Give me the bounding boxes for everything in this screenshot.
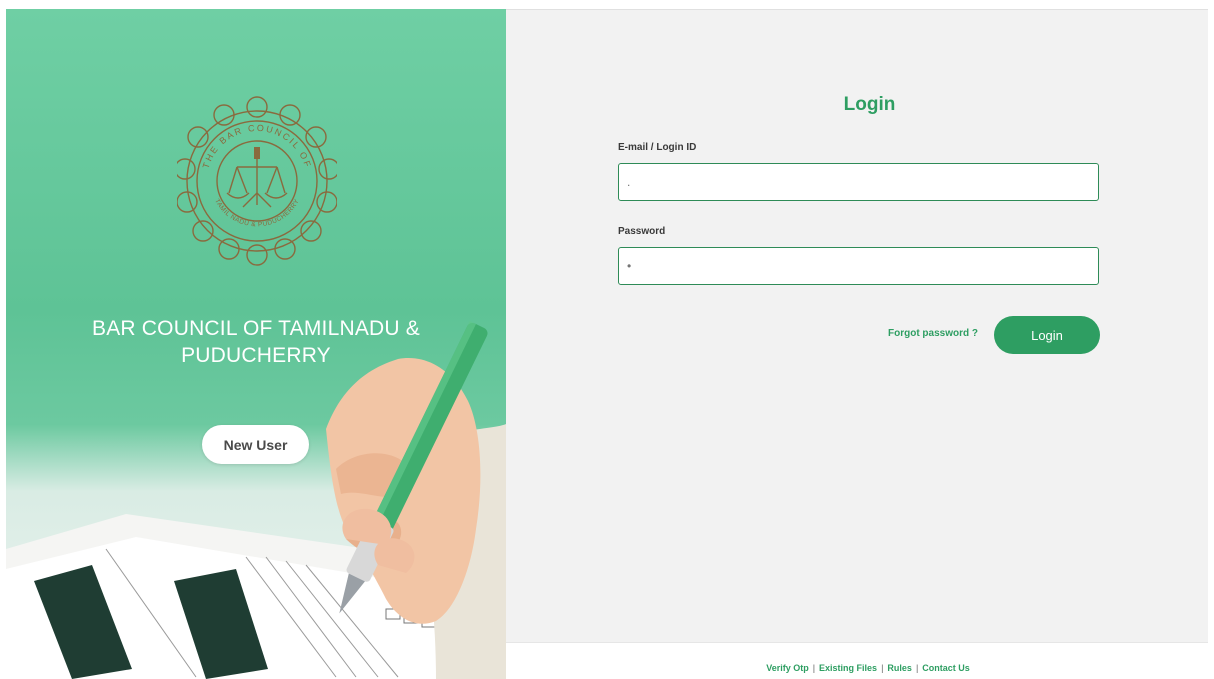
organization-title: BAR COUNCIL OF TAMILNADU & PUDUCHERRY [6,315,506,369]
rules-link[interactable]: Rules [887,663,912,673]
bar-council-seal-logo: THE BAR COUNCIL OF TAMIL NADU & PUDUCHER… [177,96,337,266]
password-field[interactable] [618,247,1099,285]
forgot-password-link[interactable]: Forgot password ? [888,328,978,339]
new-user-button[interactable]: New User [202,425,309,464]
login-title: Login [843,94,896,115]
verify-otp-link[interactable]: Verify Otp [766,663,809,673]
footer-separator: | [881,663,884,673]
email-label: E-mail / Login ID [618,142,697,153]
footer-separator: | [915,663,919,673]
organization-title-line2: PUDUCHERRY [181,344,331,367]
email-field[interactable] [618,163,1099,201]
page: THE BAR COUNCIL OF TAMIL NADU & PUDUCHER… [0,0,1214,679]
password-label: Password [618,226,666,237]
hero-panel: THE BAR COUNCIL OF TAMIL NADU & PUDUCHER… [6,9,506,679]
organization-title-line1: BAR COUNCIL OF TAMILNADU & [91,317,421,340]
login-panel: Login E-mail / Login ID Password Forgot … [506,9,1208,643]
login-button[interactable]: Login [994,316,1100,354]
footer-separator: | [812,663,816,673]
contact-us-link[interactable]: Contact Us [922,663,970,673]
existing-files-link[interactable]: Existing Files [819,663,877,673]
footer-links: Verify Otp | Existing Files | Rules | Contact … [506,642,1208,679]
